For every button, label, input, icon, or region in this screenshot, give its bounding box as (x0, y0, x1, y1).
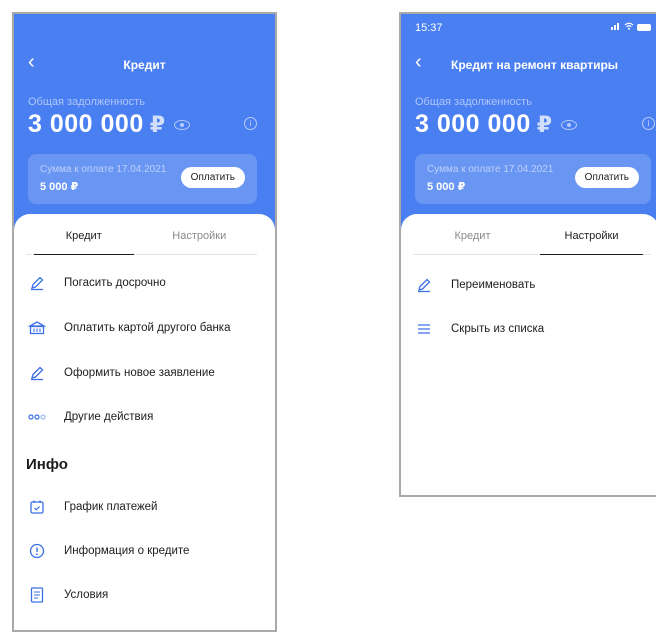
action-new-application[interactable]: Оформить новое заявление (28, 364, 215, 382)
tab-credit[interactable]: Кредит (413, 230, 532, 254)
status-icons (611, 22, 651, 33)
tab-settings[interactable]: Настройки (142, 230, 258, 254)
info-label: Условия (64, 589, 109, 601)
payment-sum: 5 000 ₽ (427, 181, 466, 193)
tab-bar: Кредит Настройки (26, 230, 257, 255)
info-label: График платежей (64, 501, 158, 513)
action-early-repay[interactable]: Погасить досрочно (28, 274, 166, 292)
signal-icon (611, 22, 621, 33)
action-label: Переименовать (451, 279, 536, 291)
action-label: Скрыть из списка (451, 323, 545, 335)
info-terms[interactable]: Условия (28, 586, 108, 604)
bank-icon (28, 319, 46, 337)
payment-label: Сумма к оплате 17.04.2021 (40, 164, 167, 175)
payment-card: Сумма к оплате 17.04.2021 5 000 ₽ Оплати… (28, 154, 257, 204)
content-sheet: Кредит Настройки Переименовать Скрыть из… (401, 214, 656, 495)
action-pay-other-bank[interactable]: Оплатить картой другого банка (28, 319, 231, 337)
payment-label: Сумма к оплате 17.04.2021 (427, 164, 554, 175)
tab-credit[interactable]: Кредит (26, 230, 142, 255)
content-sheet: Кредит Настройки Погасить досрочно Оплат… (14, 214, 275, 630)
document-icon (28, 586, 46, 604)
pencil-icon (28, 274, 46, 292)
action-label: Оплатить картой другого банка (64, 322, 231, 334)
back-icon[interactable]: ‹ (415, 52, 422, 72)
wifi-icon (624, 22, 634, 33)
action-label: Другие действия (64, 411, 154, 423)
debt-amount: 3 000 000 ₽ (28, 110, 190, 139)
action-label: Оформить новое заявление (64, 367, 215, 379)
action-hide-from-list[interactable]: Скрыть из списка (415, 320, 544, 338)
pencil-icon (28, 364, 46, 382)
debt-amount-value: 3 000 000 (28, 110, 144, 138)
debt-label: Общая задолженность (415, 96, 532, 108)
action-rename[interactable]: Переименовать (415, 276, 535, 294)
pencil-icon (415, 276, 433, 294)
info-payment-schedule[interactable]: График платежей (28, 498, 157, 516)
screen-credit: ‹ Кредит Общая задолженность 3 000 000 ₽… (12, 12, 277, 632)
more-dots-icon (28, 408, 46, 426)
tab-bar: Кредит Настройки (413, 230, 651, 255)
header-panel: 15:37 ‹ Кредит на ремонт квартиры Общая … (401, 14, 656, 239)
page-title: Кредит на ремонт квартиры (451, 58, 619, 72)
payment-card: Сумма к оплате 17.04.2021 5 000 ₽ Оплати… (415, 154, 651, 204)
calendar-icon (28, 498, 46, 516)
battery-icon (637, 24, 651, 31)
currency-symbol: ₽ (149, 111, 166, 137)
tab-settings[interactable]: Настройки (532, 230, 651, 255)
page-title: Кредит (123, 58, 166, 72)
info-credit-details[interactable]: Информация о кредите (28, 542, 189, 560)
debt-amount-value: 3 000 000 (415, 110, 531, 138)
pay-button[interactable]: Оплатить (180, 167, 245, 188)
info-section-title: Инфо (26, 456, 68, 473)
info-icon[interactable]: i (642, 117, 655, 130)
currency-symbol: ₽ (536, 111, 553, 137)
header-panel: ‹ Кредит Общая задолженность 3 000 000 ₽… (14, 14, 275, 239)
info-label: Информация о кредите (64, 545, 190, 557)
debt-amount: 3 000 000 ₽ (415, 110, 577, 139)
status-time: 15:37 (415, 22, 443, 34)
exclamation-circle-icon (28, 542, 46, 560)
info-icon[interactable]: i (244, 117, 257, 130)
action-label: Погасить досрочно (64, 277, 166, 289)
payment-sum: 5 000 ₽ (40, 181, 79, 193)
eye-icon[interactable] (173, 119, 190, 130)
action-other[interactable]: Другие действия (28, 408, 153, 426)
screen-credit-settings: 15:37 ‹ Кредит на ремонт квартиры Общая … (399, 12, 656, 497)
eye-icon[interactable] (560, 119, 577, 130)
list-lines-icon (415, 320, 433, 338)
debt-label: Общая задолженность (28, 96, 145, 108)
pay-button[interactable]: Оплатить (574, 167, 639, 188)
